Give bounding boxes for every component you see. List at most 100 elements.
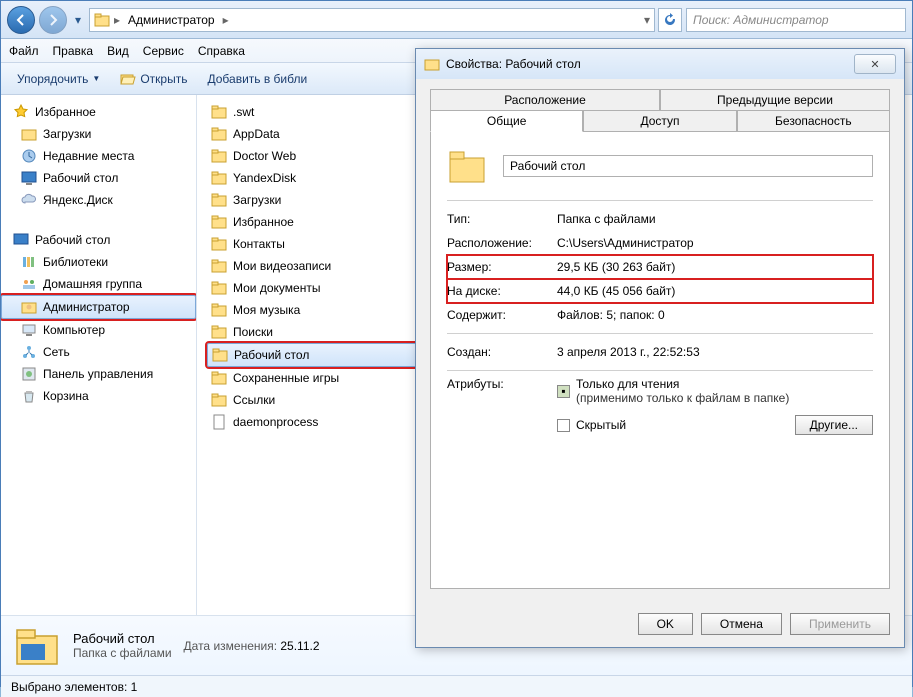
sidebar-item-controlpanel[interactable]: Панель управления: [1, 363, 196, 385]
contains-label: Содержит:: [447, 308, 557, 322]
menu-help[interactable]: Справка: [198, 44, 245, 58]
cloud-icon: [21, 192, 37, 208]
file-label: AppData: [233, 127, 280, 141]
menu-edit[interactable]: Правка: [53, 44, 94, 58]
sidebar-item-computer[interactable]: Компьютер: [1, 319, 196, 341]
desktop-root[interactable]: Рабочий стол: [1, 229, 196, 251]
file-label: Моя музыка: [233, 303, 300, 317]
tab-general[interactable]: Общие: [430, 110, 583, 132]
folder-icon: [211, 258, 227, 274]
cancel-button[interactable]: Отмена: [701, 613, 782, 635]
file-label: Ссылки: [233, 393, 275, 407]
tab-panel-general: Рабочий стол Тип:Папка с файлами Располо…: [430, 131, 890, 589]
properties-dialog: Свойства: Рабочий стол ✕ Расположение Пр…: [415, 48, 905, 648]
location-value: C:\Users\Администратор: [557, 236, 873, 250]
favorites-root[interactable]: Избранное: [1, 101, 196, 123]
sidebar-item-homegroup[interactable]: Домашняя группа: [1, 273, 196, 295]
size-label: Размер:: [447, 260, 557, 274]
file-label: Рабочий стол: [234, 348, 309, 362]
type-value: Папка с файлами: [557, 212, 873, 226]
breadcrumb-item[interactable]: Администратор: [124, 13, 219, 27]
ondisk-value: 44,0 КБ (45 056 байт): [557, 284, 873, 298]
open-button[interactable]: Открыть: [112, 67, 195, 91]
breadcrumb-sep: ▸: [223, 13, 229, 27]
file-label: Мои видеозаписи: [233, 259, 331, 273]
add-to-library-button[interactable]: Добавить в библи: [199, 68, 315, 90]
sidebar-item-recycle[interactable]: Корзина: [1, 385, 196, 407]
tab-security[interactable]: Безопасность: [737, 110, 890, 132]
hidden-checkbox[interactable]: [557, 419, 570, 432]
desktop-root-label: Рабочий стол: [35, 233, 110, 247]
address-dropdown[interactable]: ▾: [644, 13, 650, 27]
folder-name-input[interactable]: Рабочий стол: [503, 155, 873, 177]
sidebar-item-desktop-fav[interactable]: Рабочий стол: [1, 167, 196, 189]
attributes-label: Атрибуты:: [447, 377, 557, 445]
folder-icon: [211, 192, 227, 208]
file-label: Сохраненные игры: [233, 371, 339, 385]
other-attributes-button[interactable]: Другие...: [795, 415, 873, 435]
file-label: .swt: [233, 105, 254, 119]
sidebar-item-downloads[interactable]: Загрузки: [1, 123, 196, 145]
folder-icon: [211, 170, 227, 186]
folder-large-icon: [447, 146, 487, 186]
sidebar-item-recent[interactable]: Недавние места: [1, 145, 196, 167]
folder-icon: [424, 56, 440, 72]
folder-icon: [211, 370, 227, 386]
homegroup-icon: [21, 276, 37, 292]
controlpanel-icon: [21, 366, 37, 382]
location-label: Расположение:: [447, 236, 557, 250]
folder-icon: [212, 347, 228, 363]
status-bar: Выбрано элементов: 1: [1, 675, 912, 697]
sidebar-item-administrator[interactable]: Администратор: [1, 295, 196, 319]
star-icon: [13, 104, 29, 120]
created-label: Создан:: [447, 345, 557, 359]
created-value: 3 апреля 2013 г., 22:52:53: [557, 345, 873, 359]
sidebar-item-yadisk[interactable]: Яндекс.Диск: [1, 189, 196, 211]
size-value: 29,5 КБ (30 263 байт): [557, 260, 873, 274]
folder-icon: [211, 236, 227, 252]
recent-icon: [21, 148, 37, 164]
close-button[interactable]: ✕: [854, 54, 896, 74]
folder-icon: [211, 126, 227, 142]
organize-button[interactable]: Упорядочить▼: [9, 68, 108, 90]
menu-file[interactable]: Файл: [9, 44, 39, 58]
ok-button[interactable]: OK: [638, 613, 693, 635]
menu-tools[interactable]: Сервис: [143, 44, 184, 58]
readonly-checkbox[interactable]: ▪: [557, 385, 570, 398]
nav-forward-button[interactable]: [39, 6, 67, 34]
tab-sharing[interactable]: Доступ: [583, 110, 736, 132]
nav-tree: Избранное Загрузки Недавние места Рабочи…: [1, 95, 197, 615]
dialog-titlebar[interactable]: Свойства: Рабочий стол ✕: [416, 49, 904, 79]
folder-icon: [211, 280, 227, 296]
nav-bar: ▾ ▸ Администратор ▸ ▾ Поиск: Администрат…: [1, 1, 912, 39]
desktop-icon: [21, 170, 37, 186]
favorites-label: Избранное: [35, 105, 96, 119]
search-input[interactable]: Поиск: Администратор: [686, 8, 906, 32]
file-label: Контакты: [233, 237, 285, 251]
sidebar-item-network[interactable]: Сеть: [1, 341, 196, 363]
desktop-icon: [13, 232, 29, 248]
folder-icon: [21, 126, 37, 142]
nav-history-dropdown[interactable]: ▾: [71, 6, 85, 34]
recycle-icon: [21, 388, 37, 404]
ondisk-label: На диске:: [447, 284, 557, 298]
refresh-button[interactable]: [658, 8, 682, 32]
folder-icon: [211, 324, 227, 340]
hidden-label: Скрытый: [576, 418, 626, 432]
folder-icon: [211, 392, 227, 408]
user-folder-icon: [94, 12, 110, 28]
details-modified: 25.11.2: [280, 639, 319, 653]
open-icon: [120, 71, 136, 87]
breadcrumb-sep: ▸: [114, 13, 120, 27]
readonly-note: (применимо только к файлам в папке): [576, 391, 789, 405]
nav-back-button[interactable]: [7, 6, 35, 34]
apply-button[interactable]: Применить: [790, 613, 890, 635]
folder-icon: [211, 302, 227, 318]
tab-previous-versions[interactable]: Предыдущие версии: [660, 89, 890, 110]
tab-location[interactable]: Расположение: [430, 89, 660, 110]
network-icon: [21, 344, 37, 360]
menu-view[interactable]: Вид: [107, 44, 129, 58]
address-bar[interactable]: ▸ Администратор ▸ ▾: [89, 8, 655, 32]
file-label: YandexDisk: [233, 171, 296, 185]
sidebar-item-libraries[interactable]: Библиотеки: [1, 251, 196, 273]
